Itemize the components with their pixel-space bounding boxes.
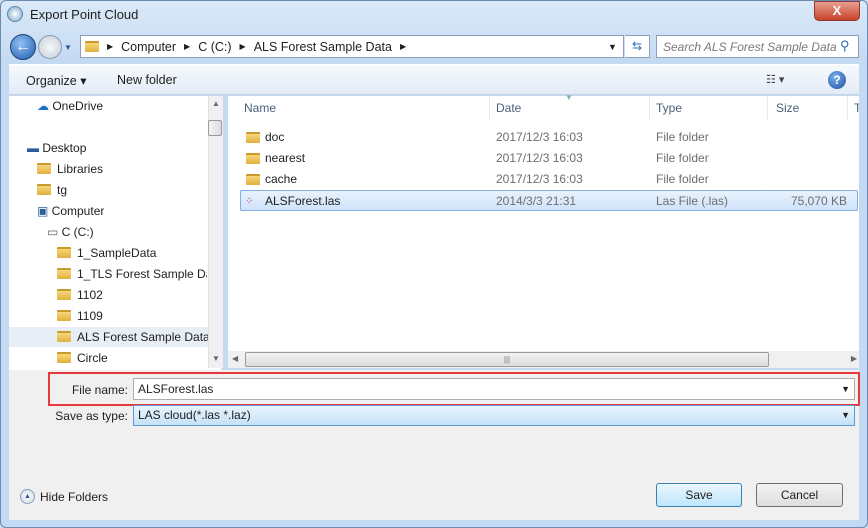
breadcrumb-computer[interactable]: Computer — [121, 40, 176, 54]
nav-item-folder[interactable]: 1_TLS Forest Sample Dat — [57, 264, 207, 284]
chevron-right-icon[interactable]: ▶ — [107, 42, 113, 51]
forward-button[interactable]: → — [38, 35, 62, 59]
cancel-button[interactable]: Cancel — [756, 483, 843, 507]
nav-item-folder[interactable]: 1109 — [57, 306, 207, 326]
file-date: 2017/12/3 16:03 — [496, 172, 583, 186]
new-folder-button[interactable]: New folder — [117, 73, 177, 87]
file-name: ALSForest.las — [265, 194, 341, 208]
file-name: cache — [265, 172, 298, 186]
file-name: doc — [265, 130, 285, 144]
file-row[interactable]: nearest 2017/12/3 16:03 File folder — [240, 148, 858, 169]
nav-item-onedrive[interactable]: ☁ OneDrive — [37, 96, 103, 116]
nav-item-tg[interactable]: tg — [37, 180, 67, 200]
nav-item-folder[interactable]: 1102 — [57, 285, 207, 305]
nav-item-folder[interactable]: Circle — [57, 348, 207, 368]
horizontal-scroll-thumb[interactable]: ||| — [245, 352, 769, 367]
desktop-icon: ▬ — [27, 141, 43, 155]
cloud-icon: ☁ — [37, 99, 53, 113]
sort-arrow-icon: ▼ — [565, 93, 573, 102]
file-date: 2014/3/3 21:31 — [496, 194, 577, 208]
chevron-right-icon[interactable]: ▶ — [240, 42, 246, 51]
file-row-selected[interactable]: ⁘ ALSForest.las 2014/3/3 21:31 Las File (.l… — [240, 190, 858, 211]
libraries-icon — [37, 163, 51, 174]
nav-item-desktop[interactable]: ▬ Desktop — [27, 138, 86, 158]
file-size: 75,070 KB — [791, 194, 848, 208]
save-button[interactable]: Save — [656, 483, 742, 507]
file-date: 2017/12/3 16:03 — [496, 151, 583, 165]
nav-item-folder-selected[interactable]: ALS Forest Sample Data — [9, 327, 208, 347]
back-button[interactable]: ← — [10, 34, 36, 60]
hide-folders-button[interactable]: ▲ Hide Folders — [20, 489, 108, 504]
refresh-button[interactable]: ⇆ — [625, 35, 650, 58]
point-cloud-file-icon: ⁘ — [245, 196, 254, 207]
views-button[interactable]: ☷ ▾ — [766, 73, 784, 86]
file-type: File folder — [656, 151, 709, 165]
highlight-box — [48, 372, 860, 406]
nav-vertical-scrollbar[interactable]: ▲ ▼ — [208, 96, 223, 368]
app-icon — [7, 6, 23, 22]
folder-icon — [246, 174, 260, 185]
close-button[interactable]: X — [814, 1, 860, 21]
user-icon — [37, 184, 51, 195]
computer-icon: ▣ — [37, 204, 52, 218]
nav-scroll-thumb[interactable] — [208, 120, 222, 136]
nav-item-libraries[interactable]: Libraries — [37, 159, 103, 179]
organize-button[interactable]: Organize ▾ — [26, 73, 86, 88]
recent-locations-dropdown[interactable]: ▼ — [64, 43, 72, 52]
folder-icon — [57, 331, 71, 342]
file-row[interactable]: doc 2017/12/3 16:03 File folder — [240, 127, 858, 148]
window-title: Export Point Cloud — [30, 7, 139, 22]
column-header-more[interactable]: T — [848, 96, 859, 120]
drive-icon: ▭ — [47, 225, 62, 239]
search-input[interactable]: Search ALS Forest Sample Data — [656, 35, 859, 58]
address-dropdown-icon[interactable]: ▼ — [608, 42, 617, 52]
file-date: 2017/12/3 16:03 — [496, 130, 583, 144]
column-header-size[interactable]: Size — [768, 96, 848, 120]
save-type-select[interactable]: LAS cloud(*.las *.laz) ▼ — [133, 405, 855, 426]
folder-icon — [85, 41, 99, 52]
file-type: Las File (.las) — [656, 194, 729, 208]
navigation-pane: ☁ OneDrive ▬ Desktop Libraries tg ▣ Comp… — [9, 96, 222, 370]
help-icon[interactable]: ? — [828, 71, 846, 89]
file-row[interactable]: cache 2017/12/3 16:03 File folder — [240, 169, 858, 190]
chevron-down-icon[interactable]: ▼ — [841, 410, 850, 420]
folder-icon — [246, 132, 260, 143]
nav-item-computer[interactable]: ▣ Computer — [37, 201, 104, 221]
address-bar[interactable]: ▶ Computer ▶ C (C:) ▶ ALS Forest Sample … — [80, 35, 624, 58]
folder-icon — [57, 352, 71, 363]
save-type-value: LAS cloud(*.las *.laz) — [138, 408, 251, 422]
chevron-right-icon[interactable]: ▶ — [184, 42, 190, 51]
column-header-type[interactable]: Type — [650, 96, 768, 120]
file-type: File folder — [656, 130, 709, 144]
search-icon[interactable]: ⚲ — [840, 38, 850, 54]
save-type-label: Save as type: — [55, 409, 128, 423]
column-header-name[interactable]: Name — [228, 96, 490, 120]
folder-icon — [246, 153, 260, 164]
folder-icon — [57, 268, 71, 279]
breadcrumb-folder[interactable]: ALS Forest Sample Data — [254, 40, 392, 54]
folder-icon — [57, 247, 71, 258]
file-type: File folder — [656, 172, 709, 186]
breadcrumb-drive[interactable]: C (C:) — [198, 40, 231, 54]
chevron-up-icon: ▲ — [20, 489, 35, 504]
chevron-right-icon[interactable]: ▶ — [400, 42, 406, 51]
folder-icon — [57, 289, 71, 300]
folder-icon — [57, 310, 71, 321]
nav-item-drive-c[interactable]: ▭ C (C:) — [47, 222, 94, 242]
nav-item-folder[interactable]: 1_SampleData — [57, 243, 207, 263]
file-name: nearest — [265, 151, 306, 165]
